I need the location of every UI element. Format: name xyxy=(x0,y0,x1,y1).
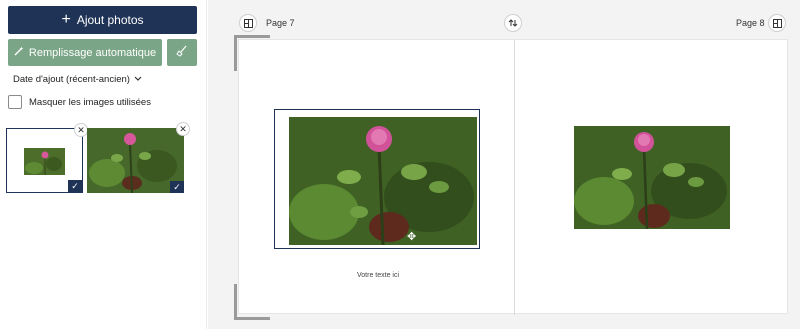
caption-text[interactable]: Votre texte ici xyxy=(357,272,399,279)
hide-used-toggle[interactable]: Masquer les images utilisées xyxy=(8,95,151,109)
autofill-label: Remplissage automatique xyxy=(28,46,157,59)
page-corner-mark xyxy=(234,35,270,38)
photo-frame-selected[interactable]: ✥ xyxy=(274,109,480,249)
clear-layout-button[interactable] xyxy=(167,39,197,66)
right-page-label: Page 8 xyxy=(736,18,765,28)
page-corner-mark xyxy=(234,284,237,320)
page-photo[interactable] xyxy=(289,117,477,245)
page-corner-mark xyxy=(234,35,237,71)
move-icon[interactable]: ✥ xyxy=(407,230,416,243)
magic-wand-icon xyxy=(14,46,24,59)
sort-dropdown[interactable]: Date d'ajout (récent-ancien) xyxy=(13,74,142,85)
swap-icon[interactable] xyxy=(504,14,522,32)
photo-thumbnail[interactable]: ✓ ✕ xyxy=(87,122,190,193)
app-root: + Ajout photos Remplissage automatique D… xyxy=(0,0,800,329)
photo-sidebar: + Ajout photos Remplissage automatique D… xyxy=(0,0,207,329)
hide-used-label: Masquer les images utilisées xyxy=(29,96,151,108)
album-workspace: Page 7 Page 8 ✥ Votre texte ici xyxy=(208,0,800,329)
close-icon[interactable]: ✕ xyxy=(74,123,88,137)
page-divider xyxy=(514,40,515,315)
page-photo[interactable] xyxy=(574,126,730,229)
layout-icon[interactable] xyxy=(768,14,786,32)
used-checkmark-icon: ✓ xyxy=(68,180,82,192)
used-checkmark-icon: ✓ xyxy=(170,181,184,193)
autofill-button[interactable]: Remplissage automatique xyxy=(8,39,162,66)
plus-icon: + xyxy=(61,11,71,28)
close-icon[interactable]: ✕ xyxy=(176,122,190,136)
page-spread: ✥ Votre texte ici xyxy=(238,39,788,315)
add-photos-button[interactable]: + Ajout photos xyxy=(8,6,197,34)
sort-label: Date d'ajout (récent-ancien) xyxy=(13,74,130,85)
add-photos-label: Ajout photos xyxy=(76,13,144,27)
thumbnail-image xyxy=(24,148,65,175)
chevron-down-icon xyxy=(134,74,142,85)
layout-icon[interactable] xyxy=(239,14,257,32)
hide-used-checkbox[interactable] xyxy=(8,95,22,109)
left-page-label: Page 7 xyxy=(266,18,295,28)
broom-icon xyxy=(176,44,188,62)
photo-thumbnail[interactable]: ✓ ✕ xyxy=(6,123,88,193)
page-corner-mark xyxy=(234,317,270,320)
